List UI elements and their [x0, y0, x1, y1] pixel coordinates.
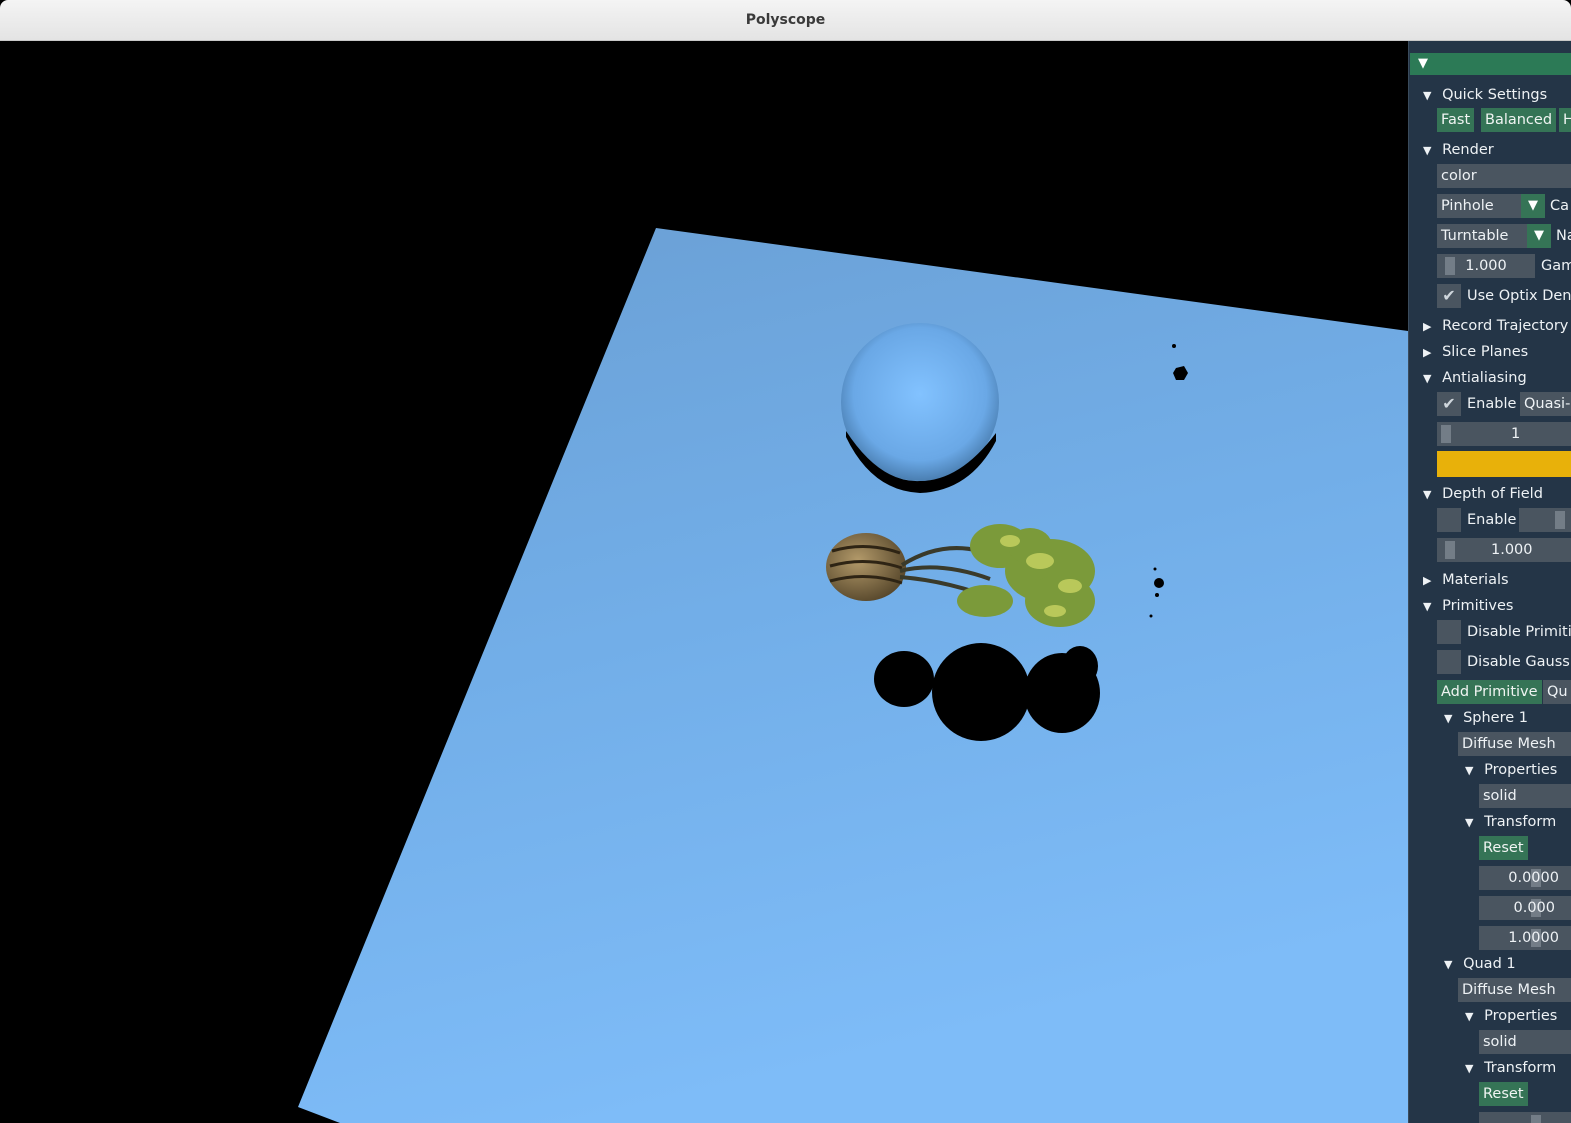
dropdown-arrow-icon: ▼ — [1527, 224, 1551, 248]
primitives-header[interactable]: ▼ Primitives — [1423, 594, 1513, 618]
quick-fast-button[interactable]: Fast — [1437, 108, 1475, 132]
exposure-slider[interactable]: 1.000 — [1437, 254, 1535, 278]
dof-enable-label: Enable — [1467, 512, 1517, 528]
sphere-transform-field-2[interactable]: 0.000 — [1479, 896, 1571, 920]
sphere-transform-field-3[interactable]: 1.0000 — [1479, 926, 1571, 950]
progress-bar — [1437, 451, 1571, 477]
expand-arrow-icon: ▼ — [1423, 89, 1432, 102]
antialiasing-enable-checkbox[interactable]: ✔ — [1437, 392, 1461, 416]
disable-gaussians-checkbox[interactable] — [1437, 650, 1461, 674]
sphere-1-header[interactable]: ▼ Sphere 1 — [1444, 706, 1528, 730]
add-primitive-button[interactable]: Add Primitive — [1437, 680, 1542, 704]
expand-arrow-icon: ▼ — [1465, 816, 1474, 829]
quad-material-select[interactable]: Diffuse Mesh — [1458, 978, 1571, 1002]
navigation-label: Na — [1556, 228, 1571, 244]
optix-denoise-label: Use Optix Deno — [1467, 288, 1571, 304]
quad-properties-select[interactable]: solid — [1479, 1030, 1571, 1054]
expand-arrow-icon: ▼ — [1465, 764, 1474, 777]
render-mode-select[interactable]: color — [1437, 164, 1571, 188]
sphere-transform-field-1[interactable]: 0.0000 — [1479, 866, 1571, 890]
camera-type-select[interactable]: Pinhole ▼ — [1437, 194, 1545, 218]
dropdown-arrow-icon: ▼ — [1521, 194, 1545, 218]
optix-denoise-checkbox[interactable]: ✔ — [1437, 284, 1461, 308]
materials-header[interactable]: ▶ Materials — [1423, 568, 1509, 592]
antialiasing-enable-label: Enable — [1467, 396, 1517, 412]
antialiasing-samples-slider[interactable]: 1 — [1437, 422, 1571, 446]
quick-balanced-button[interactable]: Balanced — [1481, 108, 1557, 132]
expand-arrow-icon: ▼ — [1423, 144, 1432, 157]
scene-canvas[interactable] — [0, 41, 1408, 1123]
disable-gaussians-label: Disable Gaussia — [1467, 654, 1571, 670]
quad-1-header[interactable]: ▼ Quad 1 — [1444, 952, 1516, 976]
sphere-properties-select[interactable]: solid — [1479, 784, 1571, 808]
slider-grab[interactable] — [1441, 425, 1451, 443]
slider-grab[interactable] — [1445, 541, 1455, 559]
disable-primitives-label: Disable Primitiv — [1467, 624, 1571, 640]
sphere-material-select[interactable]: Diffuse Mesh — [1458, 732, 1571, 756]
expand-arrow-icon: ▼ — [1465, 1010, 1474, 1023]
collapse-arrow-icon: ▼ — [1418, 56, 1428, 71]
title-bar: Polyscope — [0, 0, 1571, 41]
dof-enable-checkbox[interactable] — [1437, 508, 1461, 532]
sphere-reset-button[interactable]: Reset — [1479, 836, 1528, 860]
window-title: Polyscope — [745, 12, 826, 28]
slider-grab[interactable] — [1531, 1115, 1541, 1123]
dof-value-slider[interactable]: 1.000 — [1437, 538, 1571, 562]
quad-transform-field-1[interactable] — [1479, 1112, 1571, 1123]
expand-arrow-icon: ▼ — [1423, 600, 1432, 613]
quick-high-button[interactable]: H — [1559, 108, 1571, 132]
antialiasing-header[interactable]: ▼ Antialiasing — [1423, 366, 1527, 390]
render-viewport[interactable] — [0, 41, 1408, 1123]
sphere-transform-header[interactable]: ▼ Transform — [1465, 810, 1556, 834]
primitive-type-select[interactable]: Qu — [1543, 680, 1571, 704]
expand-arrow-icon: ▼ — [1465, 1062, 1474, 1075]
quad-properties-header[interactable]: ▼ Properties — [1465, 1004, 1557, 1028]
render-header[interactable]: ▼ Render — [1423, 138, 1494, 162]
expand-arrow-icon: ▼ — [1423, 488, 1432, 501]
sphere-properties-header[interactable]: ▼ Properties — [1465, 758, 1557, 782]
collapsed-arrow-icon: ▶ — [1423, 574, 1432, 587]
dof-param-slider[interactable] — [1519, 508, 1571, 532]
quad-transform-header[interactable]: ▼ Transform — [1465, 1056, 1556, 1080]
expand-arrow-icon: ▼ — [1444, 712, 1453, 725]
quick-settings-header[interactable]: ▼ Quick Settings — [1423, 83, 1547, 107]
expand-arrow-icon: ▼ — [1423, 372, 1432, 385]
slider-grab[interactable] — [1445, 257, 1455, 275]
expand-arrow-icon: ▼ — [1444, 958, 1453, 971]
slider-grab[interactable] — [1555, 511, 1565, 529]
gamma-label: Gam — [1541, 258, 1571, 274]
collapsed-arrow-icon: ▶ — [1423, 320, 1432, 333]
quad-reset-button[interactable]: Reset — [1479, 1082, 1528, 1106]
antialiasing-method-select[interactable]: Quasi- — [1520, 392, 1571, 416]
panel-collapse-header[interactable]: ▼ — [1410, 53, 1571, 75]
record-trajectory-header[interactable]: ▶ Record Trajectory V — [1423, 314, 1571, 338]
camera-label: Ca — [1550, 198, 1570, 214]
collapsed-arrow-icon: ▶ — [1423, 346, 1432, 359]
depth-of-field-header[interactable]: ▼ Depth of Field — [1423, 482, 1543, 506]
slice-planes-header[interactable]: ▶ Slice Planes — [1423, 340, 1528, 364]
disable-primitives-checkbox[interactable] — [1437, 620, 1461, 644]
settings-panel: ▼ ▼ Quick Settings Fast Balanced H ▼ Ren… — [1408, 41, 1571, 1123]
navigation-select[interactable]: Turntable ▼ — [1437, 224, 1551, 248]
